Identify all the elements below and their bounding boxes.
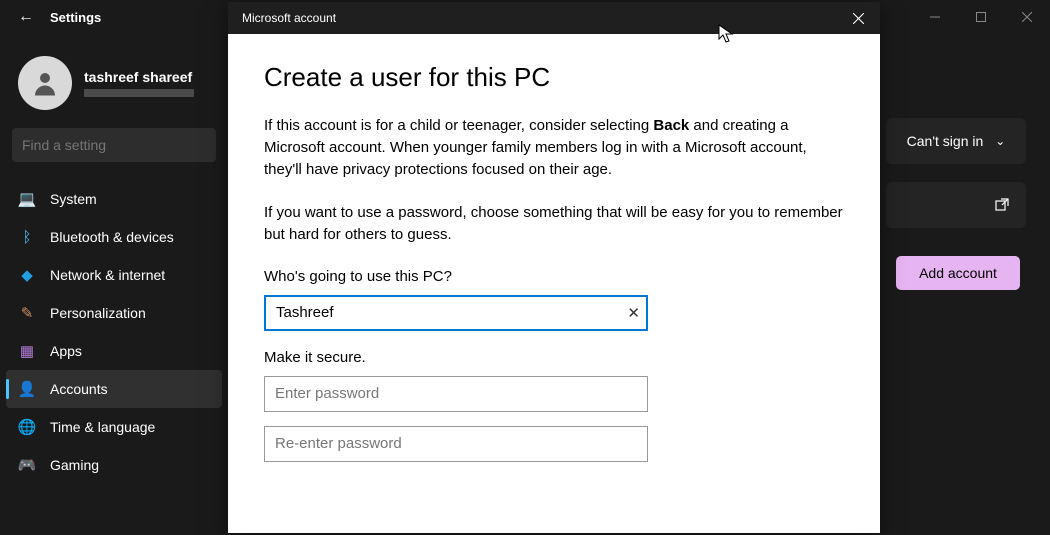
accounts-icon: 👤	[18, 380, 36, 398]
sidebar-item-accounts[interactable]: 👤 Accounts	[6, 370, 222, 408]
sidebar-item-system[interactable]: 💻 System	[6, 180, 222, 218]
microsoft-account-dialog: Microsoft account Create a user for this…	[228, 2, 880, 533]
gaming-icon: 🎮	[18, 456, 36, 474]
sidebar-item-label: Bluetooth & devices	[50, 229, 174, 245]
sidebar-item-personalization[interactable]: ✎ Personalization	[6, 294, 222, 332]
bluetooth-devices-icon: ᛒ	[18, 228, 36, 246]
network-internet-icon: ◆	[18, 266, 36, 284]
maximize-button[interactable]	[958, 0, 1004, 34]
sign-in-dropdown[interactable]: Can't sign in ⌄	[886, 118, 1026, 164]
apps-icon: ▦	[18, 342, 36, 360]
sidebar-item-label: Personalization	[50, 305, 146, 321]
window-controls	[912, 0, 1050, 34]
dropdown-label: Can't sign in	[907, 133, 984, 149]
search-input[interactable]	[12, 128, 216, 162]
dialog-header: Microsoft account	[228, 2, 880, 34]
sidebar-item-label: Time & language	[50, 419, 155, 435]
chevron-down-icon: ⌄	[995, 134, 1005, 148]
sidebar-item-time-language[interactable]: 🌐 Time & language	[6, 408, 222, 446]
dialog-heading: Create a user for this PC	[264, 62, 844, 93]
dialog-paragraph-1: If this account is for a child or teenag…	[264, 115, 844, 180]
add-account-button[interactable]: Add account	[896, 256, 1020, 290]
sidebar-item-label: Network & internet	[50, 267, 165, 283]
sidebar-item-network-internet[interactable]: ◆ Network & internet	[6, 256, 222, 294]
password-input[interactable]	[264, 376, 648, 412]
sidebar-item-label: Accounts	[50, 381, 108, 397]
system-icon: 💻	[18, 190, 36, 208]
secure-label: Make it secure.	[264, 349, 844, 366]
time-language-icon: 🌐	[18, 418, 36, 436]
dialog-body: Create a user for this PC If this accoun…	[228, 34, 880, 533]
sidebar-item-label: System	[50, 191, 97, 207]
avatar	[18, 56, 72, 110]
accounts-right-panel: Can't sign in ⌄ Add account	[886, 118, 1036, 290]
close-window-button[interactable]	[1004, 0, 1050, 34]
password-confirm-input[interactable]	[264, 426, 648, 462]
sidebar-item-label: Gaming	[50, 457, 99, 473]
username-input[interactable]	[264, 295, 648, 331]
sidebar-item-bluetooth-devices[interactable]: ᛒ Bluetooth & devices	[6, 218, 222, 256]
personalization-icon: ✎	[18, 304, 36, 322]
profile-email-placeholder	[84, 89, 194, 97]
profile-name: tashreef shareef	[84, 69, 194, 85]
person-icon	[30, 68, 60, 98]
settings-title: Settings	[50, 10, 101, 25]
clear-input-icon[interactable]: ✕	[627, 304, 640, 322]
back-arrow-icon[interactable]: ←	[18, 8, 34, 26]
dialog-close-button[interactable]	[836, 2, 880, 34]
username-field-wrap: ✕	[264, 295, 648, 331]
dialog-title: Microsoft account	[242, 11, 336, 25]
open-external-icon	[994, 197, 1010, 213]
dialog-paragraph-2: If you want to use a password, choose so…	[264, 202, 844, 246]
sidebar-item-label: Apps	[50, 343, 82, 359]
username-label: Who's going to use this PC?	[264, 268, 844, 285]
close-icon	[853, 13, 864, 24]
external-link-row[interactable]	[886, 182, 1026, 228]
nav-list: 💻 System ᛒ Bluetooth & devices ◆ Network & in…	[6, 180, 222, 484]
settings-sidebar: tashreef shareef 💻 System ᛒ Bluetooth & dev…	[0, 34, 228, 535]
minimize-button[interactable]	[912, 0, 958, 34]
sidebar-item-apps[interactable]: ▦ Apps	[6, 332, 222, 370]
profile-section[interactable]: tashreef shareef	[6, 50, 222, 128]
sidebar-item-gaming[interactable]: 🎮 Gaming	[6, 446, 222, 484]
